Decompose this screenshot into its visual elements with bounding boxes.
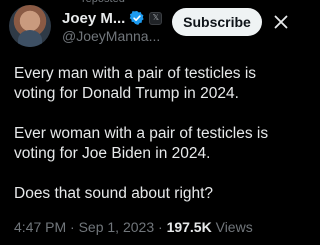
verified-badge-icon (130, 11, 144, 25)
tweet-meta: 4:47 PM · Sep 1, 2023 · 197.5K Views (14, 219, 253, 235)
avatar[interactable] (9, 5, 51, 47)
tweet-paragraph: Ever woman with a pair of testicles is v… (14, 125, 269, 162)
views-count: 197.5K (166, 219, 212, 235)
views-label: Views (215, 219, 253, 235)
subscribe-button[interactable]: Subscribe (172, 8, 262, 36)
meta-separator: · (158, 219, 163, 235)
tweet-paragraph: Every man with a pair of testicles is vo… (14, 65, 257, 102)
tweet-date[interactable]: Sep 1, 2023 (79, 219, 155, 235)
affiliation-badge-icon: 𝕏 (149, 11, 163, 25)
repost-context-cutoff: reposted (0, 0, 300, 6)
tweet-paragraph: Does that sound about right? (14, 185, 214, 202)
close-icon[interactable] (270, 11, 292, 33)
author-handle[interactable]: @JoeyManna... (62, 28, 160, 44)
tweet-time[interactable]: 4:47 PM (14, 219, 66, 235)
author-display-name[interactable]: Joey M... (62, 10, 125, 27)
repost-label: reposted (82, 0, 125, 5)
author-name-row: Joey M... 𝕏 (62, 9, 163, 27)
tweet-text: Every man with a pair of testicles is vo… (14, 64, 294, 204)
meta-separator: · (70, 219, 75, 235)
